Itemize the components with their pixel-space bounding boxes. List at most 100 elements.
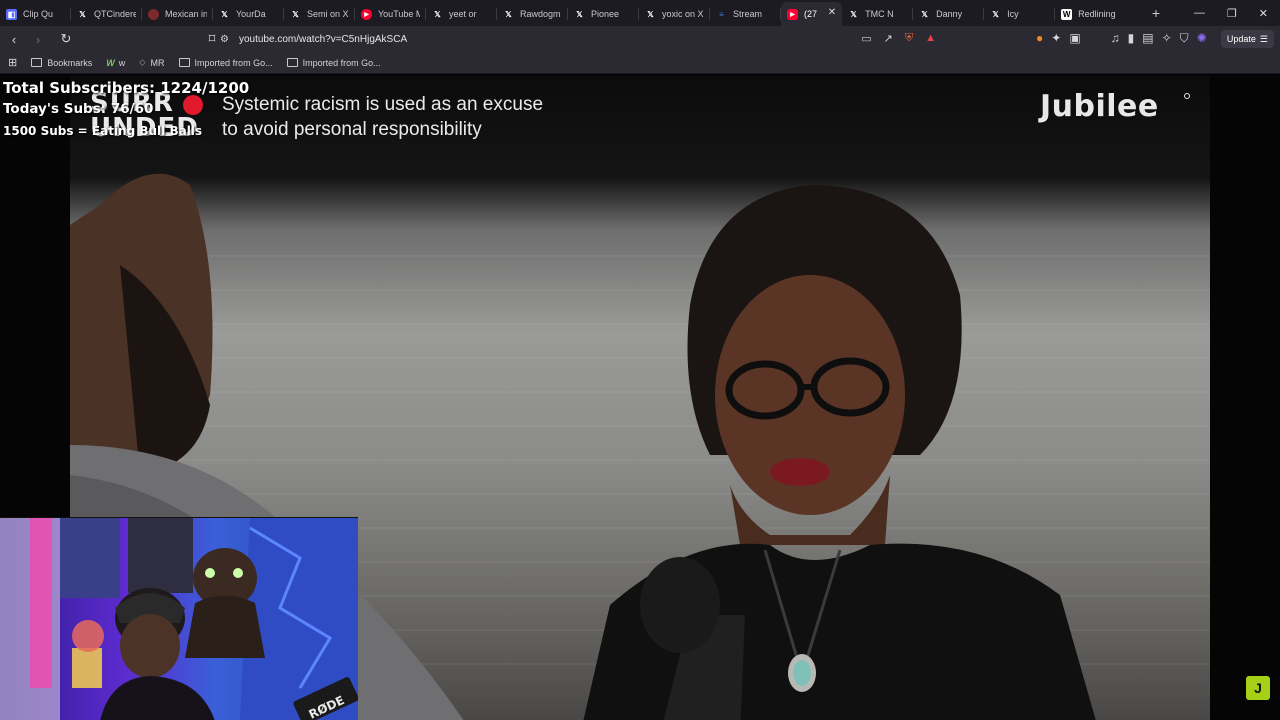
reddit-icon — [148, 8, 159, 20]
tab-label: Semi on X — [307, 9, 349, 19]
tab-label: YouTube M — [378, 9, 420, 19]
tab[interactable]: ◧ Clip Qu — [0, 2, 71, 26]
tab-label: yeet or — [449, 9, 477, 19]
address-bar[interactable]: ⚙ youtube.com/watch?v=C5nHjgAkSCA ▭ ↗ ⛨ … — [220, 29, 944, 49]
tab-label: Stream — [733, 9, 763, 19]
tab-label: Rawdogm — [520, 9, 561, 19]
x-icon: 𝕏 — [647, 9, 654, 19]
new-tab-button[interactable]: + — [1152, 5, 1160, 21]
forward-icon[interactable]: › — [28, 32, 48, 47]
tab[interactable]: 𝕏 Semi on X — [284, 2, 355, 26]
extensions-area: ● ✦ ▣ ♫ ▮ ▤ ✧ ⛉ ✺ — [1036, 31, 1207, 46]
youtube-music-icon: ▶ — [361, 8, 372, 20]
apps-grid-icon[interactable]: ⊞ — [8, 56, 17, 69]
tab[interactable]: 𝕏yoxic on X — [639, 2, 710, 26]
bookmarks-bar: ⊞ Bookmarks Ww ⬦ MR Imported from Go... I… — [0, 52, 1280, 74]
x-icon: 𝕏 — [505, 9, 512, 19]
tab-label: Mexican in — [165, 9, 207, 19]
tab-strip: ◧ Clip Qu 𝕏 QTCinderel Mexican in 𝕏 YourDa … — [0, 0, 1160, 26]
jubilee-logo: Jubilee — [1040, 89, 1159, 124]
tab[interactable]: 𝕏yeet or — [426, 2, 497, 26]
tab-label: yoxic on X — [662, 9, 704, 19]
x-icon: 𝕏 — [992, 9, 999, 19]
back-icon[interactable]: ‹ — [4, 32, 24, 47]
tab-label: Pionee — [591, 9, 620, 19]
w-icon: W — [106, 57, 115, 68]
wallet-icon[interactable]: ▤ — [1142, 31, 1153, 46]
tab-active[interactable]: ▶ (27 ✕ — [781, 2, 843, 26]
tab[interactable]: 𝕏 Rawdogm — [497, 2, 568, 26]
mr-icon: ⬦ — [139, 57, 146, 67]
x-icon: 𝕏 — [292, 9, 299, 19]
url-actions: ▭ ↗ ⛨ ▲ — [861, 32, 936, 45]
tab-label: (27 — [804, 9, 818, 19]
bookmark-item[interactable]: Ww — [106, 58, 125, 68]
x-icon: 𝕏 — [921, 9, 928, 19]
leo-icon[interactable]: ✺ — [1197, 31, 1207, 46]
update-button[interactable]: Update ☰ — [1220, 30, 1274, 48]
tab[interactable]: ≡ Stream — [710, 2, 781, 26]
x-icon: 𝕏 — [221, 9, 228, 19]
window-controls: — ❐ ✕ — [1194, 7, 1280, 20]
youtube-icon: ▶ — [787, 8, 798, 20]
sub-goal-text: 1500 Subs = Eating Bull Balls — [3, 124, 203, 138]
tab-label: QTCinderel — [94, 9, 136, 19]
folder-icon — [286, 58, 298, 67]
tab-bar: ◧ Clip Qu 𝕏 QTCinderel Mexican in 𝕏 YourDa … — [0, 0, 1280, 26]
site-info-icon[interactable]: ⚙ — [220, 34, 229, 45]
screenshot-icon[interactable]: ▣ — [1069, 31, 1080, 46]
reload-icon[interactable]: ↻ — [56, 31, 76, 47]
restore-icon[interactable]: ❐ — [1227, 7, 1237, 20]
x-icon: 𝕏 — [576, 9, 583, 19]
tab-label: TMC N — [865, 9, 894, 19]
tab[interactable]: 𝕏 QTCinderel — [71, 2, 142, 26]
close-window-icon[interactable]: ✕ — [1259, 7, 1268, 20]
webcam-feed: RØDE — [0, 518, 358, 720]
extension-icon[interactable]: ● — [1036, 31, 1043, 46]
tab[interactable]: 𝕏 YourDa — [213, 2, 284, 26]
tab-label: Danny — [936, 9, 963, 19]
url-text[interactable]: youtube.com/watch?v=C5nHjgAkSCA — [239, 34, 407, 45]
tab[interactable]: 𝕏 TMC N — [842, 2, 914, 26]
bookmark-page-icon[interactable]: ⌑ — [202, 31, 222, 47]
cast-icon[interactable]: ▭ — [861, 32, 871, 45]
x-icon: 𝕏 — [79, 9, 86, 19]
caption-line-1: Systemic racism is used as an excuse — [222, 94, 544, 115]
tab[interactable]: 𝕏 Danny — [913, 2, 985, 26]
tab-label: Clip Qu — [23, 9, 54, 19]
update-label: Update — [1226, 34, 1256, 44]
vpn-icon[interactable]: ⛉ — [1180, 31, 1189, 46]
sidebar-icon[interactable]: ▮ — [1128, 31, 1135, 46]
brave-shield-icon[interactable]: ⛨ — [905, 32, 913, 45]
caption-line-2: to avoid personal responsibility — [222, 119, 482, 140]
bookmark-folder[interactable]: Imported from Go... — [286, 58, 381, 68]
tab[interactable]: Mexican in — [142, 2, 213, 26]
channel-watermark-icon[interactable]: J — [1246, 676, 1270, 700]
menu-icon: ☰ — [1259, 33, 1268, 44]
video-caption: Systemic racism is used as an excuse to … — [222, 92, 543, 142]
bookmark-folder[interactable]: Imported from Go... — [178, 58, 273, 68]
music-icon[interactable]: ♫ — [1111, 31, 1120, 46]
todays-subs-text: Today's Subs: 76/60 — [3, 101, 154, 117]
stream-overlay: Total Subscribers: 1224/1200 Today's Sub… — [3, 78, 249, 142]
puzzle-icon[interactable]: ✦ — [1051, 31, 1061, 46]
x-icon: 𝕏 — [850, 9, 857, 19]
close-icon[interactable]: ✕ — [828, 7, 836, 18]
interviewee-figure — [583, 185, 1096, 720]
wikipedia-icon: W — [1061, 8, 1073, 20]
share-icon[interactable]: ↗ — [884, 32, 893, 45]
tab-label: YourDa — [236, 9, 266, 19]
clip-icon: ◧ — [6, 8, 17, 20]
tab[interactable]: ▶ YouTube M — [355, 2, 426, 26]
navigation-bar: ‹ › ↻ ⌑ ⚙ youtube.com/watch?v=C5nHjgAkSC… — [0, 26, 1280, 52]
bookmark-item[interactable]: ⬦ MR — [139, 57, 164, 68]
tab[interactable]: 𝕏 Pionee — [568, 2, 639, 26]
tab-label: Redlining — [1078, 9, 1116, 19]
streamer-webcam: RØDE — [0, 517, 358, 720]
brave-rewards-icon[interactable]: ▲ — [925, 32, 936, 45]
tab[interactable]: W Redlining — [1055, 2, 1144, 26]
ai-icon[interactable]: ✧ — [1162, 31, 1172, 46]
bookmark-item[interactable]: Bookmarks — [31, 58, 92, 68]
minimize-icon[interactable]: — — [1194, 7, 1205, 20]
tab[interactable]: 𝕏 Icy — [984, 2, 1056, 26]
